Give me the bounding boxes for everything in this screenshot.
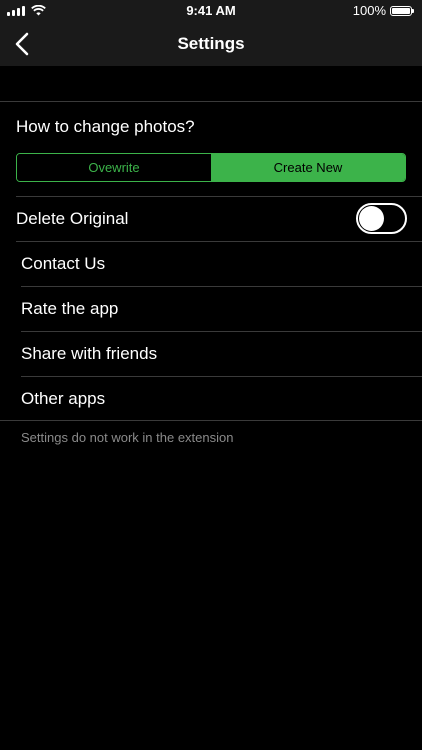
menu-item-other-apps[interactable]: Other apps (0, 377, 422, 421)
row-divider (16, 196, 422, 197)
navigation-bar: Settings (0, 22, 422, 66)
menu-item-rate-app[interactable]: Rate the app (0, 287, 422, 331)
segment-create-new[interactable]: Create New (211, 154, 405, 181)
footer-note: Settings do not work in the extension (21, 430, 234, 445)
delete-original-toggle[interactable] (356, 203, 407, 234)
section-divider (0, 101, 422, 102)
battery-percent: 100% (352, 3, 386, 18)
delete-original-label: Delete Original (16, 209, 129, 228)
menu-item-share[interactable]: Share with friends (0, 332, 422, 376)
menu-item-label: Share with friends (21, 344, 158, 363)
page-title: Settings (177, 34, 245, 53)
segment-overwrite[interactable]: Ovewrite (17, 154, 211, 181)
menu-item-contact-us[interactable]: Contact Us (0, 242, 422, 286)
menu-item-label: Rate the app (21, 299, 119, 318)
toggle-knob (359, 206, 384, 231)
photo-mode-segmented-control: Ovewrite Create New (16, 153, 406, 182)
menu-item-label: Other apps (21, 389, 106, 408)
photo-mode-header: How to change photos? (16, 117, 195, 136)
status-right: 100% (353, 3, 414, 18)
menu-item-label: Contact Us (21, 254, 106, 273)
status-bar: 9:41 AM 100% (0, 0, 422, 22)
battery-icon (390, 5, 412, 16)
